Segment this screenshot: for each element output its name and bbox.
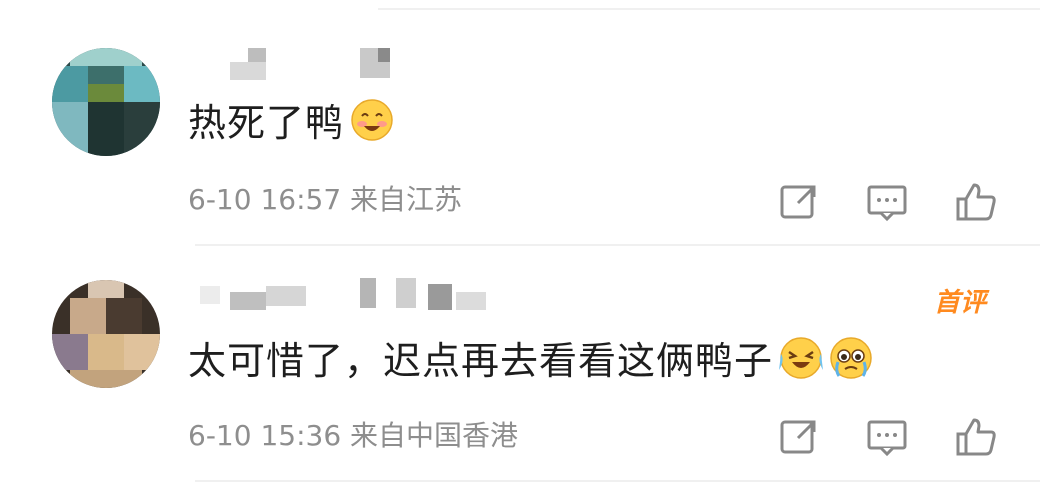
share-icon[interactable] [778, 416, 820, 458]
like-icon[interactable] [955, 181, 997, 223]
like-icon[interactable] [955, 416, 997, 458]
reply-icon[interactable] [866, 181, 908, 223]
comment-text: 太可惜了，迟点再去看看这俩鸭子 [188, 336, 873, 385]
comment-item: 热死了鸭 6-10 16:57 来自江苏 [0, 0, 1040, 244]
comment-meta: 6-10 16:57 来自江苏 [188, 183, 463, 216]
avatar[interactable] [52, 48, 160, 156]
avatar[interactable] [52, 280, 160, 388]
smiling-blush-emoji-icon [350, 98, 394, 142]
comment-item: 首评 太可惜了，迟点再去看看这俩鸭子 6-10 15:36 来自中国香港 [0, 244, 1040, 480]
reply-icon[interactable] [866, 416, 908, 458]
comment-text: 热死了鸭 [188, 98, 394, 147]
comment-meta: 6-10 15:36 来自中国香港 [188, 419, 519, 452]
username-redacted[interactable] [230, 48, 400, 80]
divider-bottom [195, 480, 1040, 482]
username-redacted[interactable] [200, 278, 500, 310]
first-comment-badge: 首评 [934, 288, 987, 318]
share-icon[interactable] [778, 181, 820, 223]
teary-eyes-emoji-icon [829, 336, 873, 380]
crying-laughing-emoji-icon [779, 336, 824, 380]
